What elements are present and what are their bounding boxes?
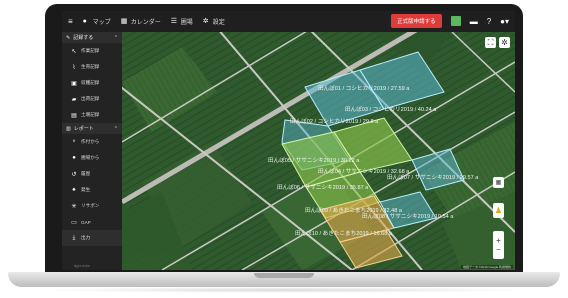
sidebar-item-by-field[interactable]: ● 圃場から: [62, 150, 122, 166]
sidebar-item-occurrence[interactable]: ♠ 発生: [62, 182, 122, 198]
sidebar-item-label: GAP: [81, 219, 91, 225]
field-label: 田んぼ08 / ササニシキ2019 / 10.54 a: [362, 213, 454, 220]
pin-icon: ●: [82, 18, 87, 25]
sidebar: ✎ 記録する ⌃ ↖ 作業記録 ⌇ 生育記録 ▣ 収穫記録 ▰ 出荷記録 ▤ 土…: [62, 32, 122, 270]
nav-calendar[interactable]: ▦ カレンダー: [121, 17, 161, 26]
sidebar-item-label: 収穫記録: [81, 80, 100, 85]
field-label: 田んぼ05 / ササニシキ2019 / 30.22 a: [268, 157, 360, 164]
chat-icon[interactable]: ▬: [470, 17, 478, 26]
field-label: 田んぼ04 / ササニシキ2019 / 32.68 a: [318, 168, 410, 175]
sidebar-item-growth-record[interactable]: ⌇ 生育記録: [62, 59, 122, 75]
truck-icon: ▰: [71, 96, 77, 103]
sparkle-icon: ✳: [71, 203, 77, 210]
chevron-up-icon: ⌃: [113, 125, 118, 132]
report-icon: ▥: [66, 125, 71, 132]
status-square-icon[interactable]: [450, 16, 461, 26]
pin-icon: ●: [72, 155, 76, 161]
grid-icon[interactable]: ▦: [493, 177, 504, 188]
field-label: 田んぼ07 / ササニシキ2019 / 29.57 a: [387, 174, 479, 181]
sidebar-item-label: リサポン: [81, 203, 100, 208]
pegman-icon[interactable]: ♟: [493, 203, 504, 218]
field-label: 田んぼ01 / コシヒカリ2019 / 27.59 a: [318, 85, 410, 92]
sidebar-item-label: 作業記録: [81, 48, 100, 53]
menu-icon[interactable]: ≡: [68, 17, 73, 26]
nav-map[interactable]: ● マップ: [83, 17, 111, 26]
box-icon: ▣: [71, 80, 77, 87]
soil-icon: ▤: [71, 112, 77, 119]
sidebar-item-by-crop[interactable]: ♆ 作付から: [62, 134, 122, 150]
field-label: 田んぼ03 / コシヒカリ2019 / 40.24 a: [345, 106, 437, 113]
satellite-map[interactable]: 田んぼ01 / コシヒカリ2019 / 27.59 a 田んぼ03 / コシヒカ…: [122, 32, 515, 270]
field-label: 田んぼ10 / あきたこまち2019 / 16.68 a: [295, 230, 393, 237]
bug-icon: ♠: [72, 187, 76, 193]
sidebar-item-gap[interactable]: ▭ GAP: [62, 214, 122, 230]
sidebar-item-label: 土壌記録: [81, 112, 100, 117]
zoom-control[interactable]: + −: [493, 231, 504, 259]
app-screen: ≡ ● マップ ▦ カレンダー ☰ 圃場 ✲ 設定 正式版申請する ▬ ? ●▾…: [62, 11, 515, 270]
zoom-out-icon[interactable]: −: [496, 245, 501, 254]
user-icon[interactable]: ●▾: [500, 17, 509, 26]
sidebar-section-report[interactable]: ▥ レポート ⌃: [62, 123, 122, 134]
laptop-shadow: [40, 287, 528, 293]
list-icon: ☰: [170, 18, 177, 25]
chevron-up-icon: ⌃: [113, 34, 118, 41]
map-attribution: 地図データ ©2019 Google 利用規約: [460, 265, 513, 269]
sidebar-section-report-label: レポート: [73, 126, 94, 132]
top-bar: ≡ ● マップ ▦ カレンダー ☰ 圃場 ✲ 設定 正式版申請する ▬ ? ●▾: [62, 11, 515, 32]
sidebar-section-record[interactable]: ✎ 記録する ⌃: [62, 32, 122, 43]
sidebar-section-record-label: 記録する: [73, 35, 94, 41]
tool-icon: ↖: [71, 48, 77, 55]
history-icon: ↺: [71, 171, 77, 178]
pencil-icon: ✎: [66, 34, 71, 41]
sprout-icon: ⌇: [72, 64, 76, 71]
sidebar-item-output[interactable]: ⤓ 出力: [62, 230, 122, 246]
sidebar-item-label: 発生: [81, 187, 91, 192]
sidebar-item-harvest-record[interactable]: ▣ 収穫記録: [62, 75, 122, 91]
field-label: 田んぼ02 / コシヒカリ2019 / 29.8 a: [290, 118, 379, 125]
settings-icon[interactable]: ✲: [499, 37, 510, 48]
sidebar-item-label: 圃場から: [81, 155, 100, 160]
help-icon[interactable]: ?: [487, 17, 491, 26]
field-label: 田んぼ09 / あきたこまち2019 / 32.48 a: [305, 207, 403, 214]
gear-icon: ✲: [202, 18, 209, 25]
top-bar-right: 正式版申請する ▬ ? ●▾: [391, 14, 509, 28]
sidebar-item-soil-record[interactable]: ▤ 土壌記録: [62, 107, 122, 123]
sidebar-item-label: 出荷記録: [81, 96, 100, 101]
sidebar-item-label: 出力: [81, 235, 91, 240]
sidebar-item-history[interactable]: ↺ 履歴: [62, 166, 122, 182]
sidebar-footer: agri-note: [74, 263, 90, 268]
calendar-icon: ▦: [120, 18, 128, 25]
download-icon: ⤓: [72, 234, 76, 241]
sidebar-item-risapon[interactable]: ✳ リサポン: [62, 198, 122, 214]
nav-fields-label: 圃場: [180, 20, 193, 26]
fullscreen-icon[interactable]: ⛶: [485, 37, 496, 48]
nav-fields[interactable]: ☰ 圃場: [171, 17, 193, 26]
gap-icon: ▭: [71, 219, 77, 226]
field-label: 田んぼ06 / ササニシキ2019 / 35.87 a: [277, 184, 369, 191]
pro-apply-button[interactable]: 正式版申請する: [391, 14, 442, 28]
sidebar-item-label: 履歴: [81, 171, 91, 176]
nav-calendar-label: カレンダー: [130, 20, 161, 26]
plant-icon: ♆: [71, 139, 77, 145]
nav-settings-label: 設定: [212, 20, 225, 26]
sidebar-item-shipping-record[interactable]: ▰ 出荷記録: [62, 91, 122, 107]
sidebar-item-work-record[interactable]: ↖ 作業記録: [62, 43, 122, 59]
sidebar-item-label: 生育記録: [81, 64, 100, 69]
laptop-notch: [254, 273, 314, 278]
nav-settings[interactable]: ✲ 設定: [203, 17, 225, 26]
map-view[interactable]: 田んぼ01 / コシヒカリ2019 / 27.59 a 田んぼ03 / コシヒカ…: [122, 32, 515, 270]
zoom-in-icon[interactable]: +: [496, 236, 501, 245]
sidebar-item-label: 作付から: [81, 139, 100, 144]
nav-map-label: マップ: [92, 20, 111, 26]
